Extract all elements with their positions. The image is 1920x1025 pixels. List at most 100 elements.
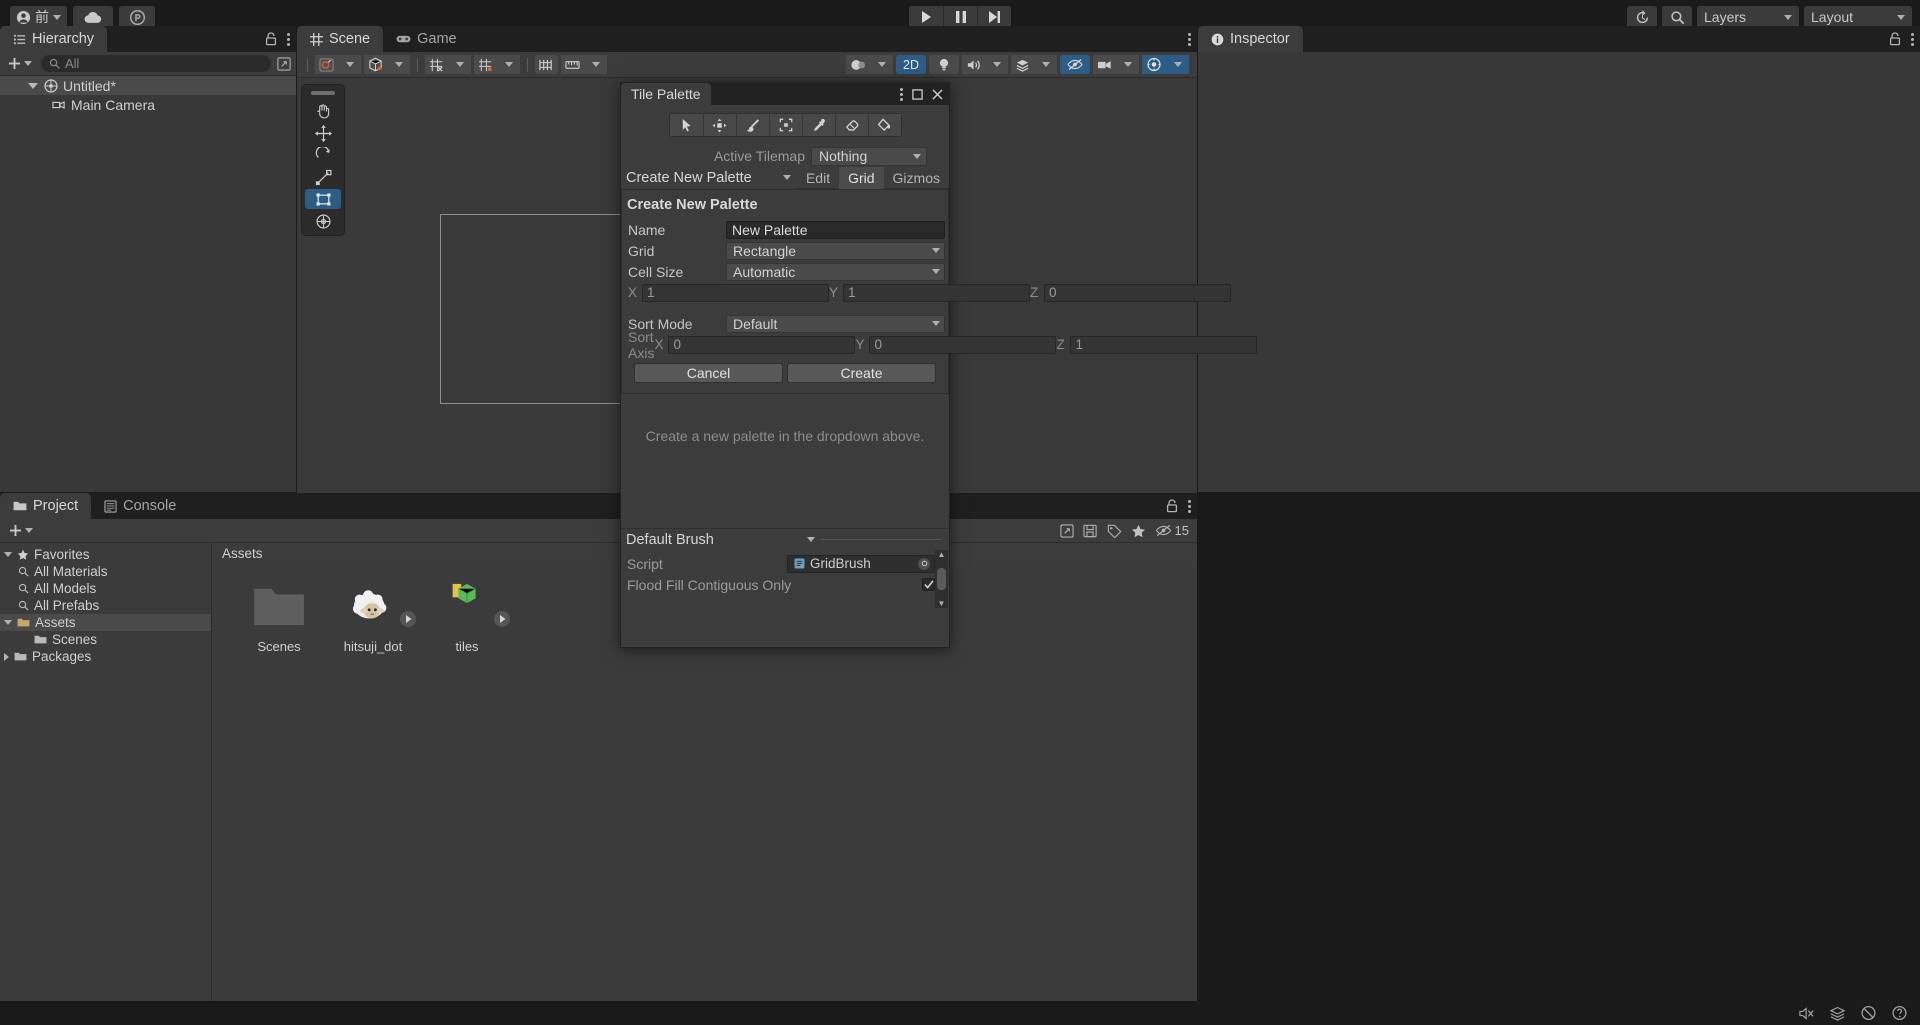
- create-button[interactable]: Create: [787, 363, 936, 383]
- tab-edit[interactable]: Edit: [797, 167, 839, 189]
- camera-toggle-dropdown[interactable]: [1116, 55, 1139, 74]
- tree-item-all-materials[interactable]: All Materials: [0, 563, 211, 580]
- no-entry-icon[interactable]: [1860, 1005, 1877, 1021]
- add-gameobject-button[interactable]: [5, 57, 35, 70]
- transform-tool[interactable]: [305, 211, 341, 231]
- active-tilemap-dropdown[interactable]: Nothing: [811, 147, 927, 166]
- tab-tile-palette[interactable]: Tile Palette: [621, 83, 711, 105]
- mute-icon[interactable]: [1798, 1006, 1815, 1021]
- palette-cellsize-dropdown[interactable]: Automatic: [726, 263, 945, 281]
- tab-gizmos[interactable]: Gizmos: [884, 167, 949, 189]
- sphere-dropdown[interactable]: [870, 55, 893, 74]
- hierarchy-search-input[interactable]: All: [41, 55, 271, 72]
- tools-drag-handle[interactable]: [311, 91, 335, 95]
- tree-item-packages[interactable]: Packages: [0, 648, 211, 665]
- gizmos-toggle-icon[interactable]: [1142, 55, 1166, 74]
- kebab-icon[interactable]: [1188, 500, 1191, 513]
- triangle-down-icon[interactable]: [28, 83, 38, 89]
- hierarchy-item-scene[interactable]: Untitled*: [0, 76, 296, 95]
- sortaxis-z-input[interactable]: [1070, 336, 1257, 354]
- move-tool[interactable]: [703, 114, 736, 136]
- palette-name-input[interactable]: [726, 221, 945, 239]
- help-icon[interactable]: [1891, 1005, 1908, 1021]
- tab-inspector[interactable]: Inspector: [1198, 26, 1303, 52]
- brush-dropdown[interactable]: Default Brush: [621, 529, 821, 551]
- gizmos-toggle-dropdown[interactable]: [1166, 55, 1189, 74]
- tree-item-all-models[interactable]: All Models: [0, 580, 211, 597]
- brush-script-field[interactable]: GridBrush: [787, 555, 935, 573]
- picker-tool[interactable]: [802, 114, 835, 136]
- asset-item[interactable]: tiles: [428, 579, 506, 654]
- asset-item[interactable]: Scenes: [240, 579, 318, 654]
- eye-off-icon[interactable]: [1060, 55, 1090, 74]
- sortaxis-y-input[interactable]: [869, 336, 1056, 354]
- maximize-icon[interactable]: [912, 89, 923, 100]
- preview-play-icon[interactable]: [494, 611, 510, 627]
- rotate-tool[interactable]: [305, 145, 341, 165]
- triangle-down-icon[interactable]: [4, 552, 12, 557]
- layers-icon[interactable]: [1829, 1006, 1846, 1021]
- rect-tool[interactable]: [305, 189, 341, 209]
- grid-snap-icon[interactable]: [474, 55, 497, 74]
- erase-tool[interactable]: [835, 114, 868, 136]
- tree-item-assets[interactable]: Assets: [0, 614, 211, 631]
- select-tool[interactable]: [670, 114, 703, 136]
- kebab-icon[interactable]: [287, 33, 290, 46]
- ruler-dropdown[interactable]: [584, 55, 607, 74]
- star-icon[interactable]: [1131, 524, 1146, 538]
- kebab-icon[interactable]: [900, 88, 903, 101]
- filter-icon[interactable]: [1060, 524, 1074, 538]
- cancel-button[interactable]: Cancel: [634, 363, 783, 383]
- fill-tool[interactable]: [868, 114, 901, 136]
- paint-tool[interactable]: [736, 114, 769, 136]
- tree-item-scenes[interactable]: Scenes: [0, 631, 211, 648]
- grid-snap-dropdown[interactable]: [497, 55, 520, 74]
- move-tool[interactable]: [305, 123, 341, 143]
- scroll-down-icon[interactable]: ▼: [938, 599, 946, 608]
- preview-play-icon[interactable]: [400, 611, 416, 627]
- triangle-down-icon[interactable]: [4, 620, 12, 625]
- tag-icon[interactable]: [1107, 524, 1122, 538]
- scale-tool[interactable]: [305, 167, 341, 187]
- fx-dropdown[interactable]: [1034, 55, 1057, 74]
- hierarchy-item-main-camera[interactable]: Main Camera: [0, 95, 296, 114]
- palette-dropdown[interactable]: Create New Palette: [621, 167, 797, 189]
- scroll-up-icon[interactable]: ▲: [938, 550, 946, 559]
- tab-console[interactable]: Console: [91, 493, 189, 519]
- cube-icon[interactable]: [364, 55, 387, 74]
- palette-grid-dropdown[interactable]: Rectangle: [726, 242, 945, 260]
- tab-scene[interactable]: Scene: [297, 26, 383, 52]
- cellsize-z-input[interactable]: [1044, 284, 1231, 302]
- gizmo-icon[interactable]: [535, 55, 558, 74]
- grid-x-icon[interactable]: [425, 55, 448, 74]
- fx-icon[interactable]: [1011, 55, 1034, 74]
- cellsize-y-input[interactable]: [843, 284, 1030, 302]
- box-fill-tool[interactable]: [769, 114, 802, 136]
- camera-toggle-icon[interactable]: [1093, 55, 1116, 74]
- asset-item[interactable]: hitsuji_dot: [334, 579, 412, 654]
- flood-fill-checkbox[interactable]: [922, 578, 935, 591]
- tab-grid[interactable]: Grid: [839, 167, 883, 189]
- visible-count-group[interactable]: 15: [1155, 523, 1189, 538]
- sphere-icon[interactable]: [846, 55, 870, 74]
- ruler-icon[interactable]: [561, 55, 584, 74]
- sortaxis-x-input[interactable]: [668, 336, 855, 354]
- light-bulb-icon[interactable]: [929, 55, 959, 74]
- tab-project[interactable]: Project: [0, 493, 91, 519]
- kebab-icon[interactable]: [1188, 33, 1191, 46]
- audio-icon[interactable]: [962, 55, 985, 74]
- lock-icon[interactable]: [265, 32, 277, 46]
- draw-mode-dropdown[interactable]: [338, 55, 361, 74]
- hand-tool[interactable]: [305, 101, 341, 121]
- cellsize-x-input[interactable]: [642, 284, 829, 302]
- shaded-icon[interactable]: [315, 55, 338, 74]
- tree-item-all-prefabs[interactable]: All Prefabs: [0, 597, 211, 614]
- object-picker-icon[interactable]: [918, 558, 930, 570]
- create-asset-button[interactable]: [6, 524, 36, 537]
- sort-mode-dropdown[interactable]: Default: [726, 315, 945, 333]
- tree-item-favorites[interactable]: Favorites: [0, 546, 211, 563]
- two-d-toggle[interactable]: 2D: [896, 55, 926, 74]
- kebab-icon[interactable]: [1911, 33, 1914, 46]
- hierarchy-filter-icon[interactable]: [277, 57, 291, 71]
- scrollbar-thumb[interactable]: [937, 568, 946, 590]
